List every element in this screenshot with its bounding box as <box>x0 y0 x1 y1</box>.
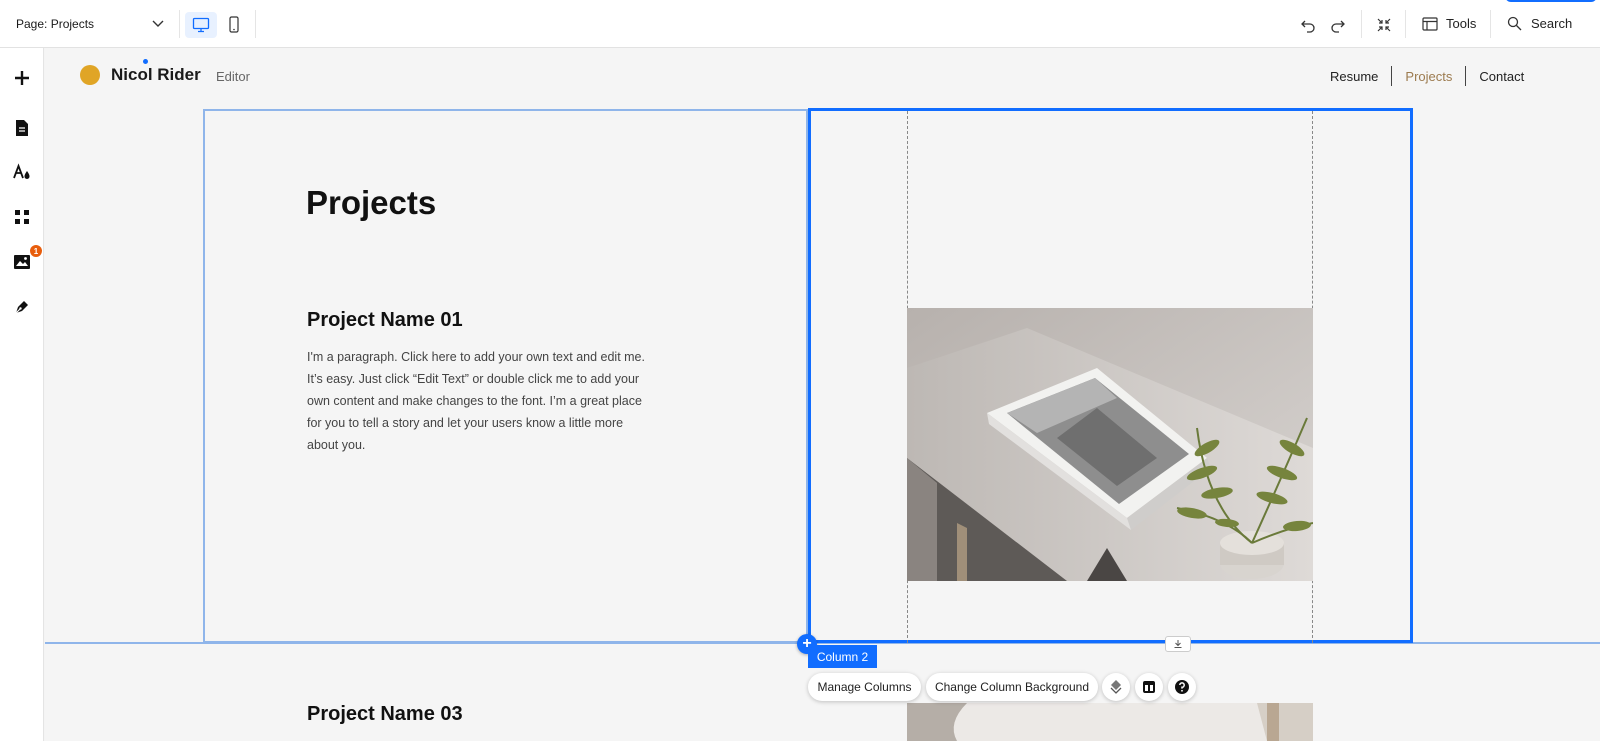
mobile-icon <box>229 16 239 33</box>
desktop-view-button[interactable] <box>185 12 217 38</box>
redo-button[interactable] <box>1329 16 1347 34</box>
logo-dot[interactable] <box>80 65 100 85</box>
stretch-handle[interactable] <box>1165 636 1191 652</box>
left-rail: 1 <box>0 48 44 741</box>
blog-icon <box>15 301 28 314</box>
project-1-paragraph[interactable]: I'm a paragraph. Click here to add your … <box>307 346 657 456</box>
arrange-button[interactable] <box>1102 673 1130 701</box>
undo-icon <box>1301 20 1315 33</box>
editor-canvas: Nicol Rider Editor Resume Projects Conta… <box>45 48 1600 741</box>
media-icon <box>14 255 30 269</box>
add-elements-button[interactable] <box>8 64 36 92</box>
layers-icon <box>1110 680 1122 694</box>
toolbar-divider <box>179 10 180 38</box>
zoom-out-button[interactable] <box>1375 16 1393 34</box>
toolbar-divider <box>255 10 256 38</box>
nav-item-projects[interactable]: Projects <box>1392 66 1465 86</box>
toolbar-divider <box>1361 10 1362 38</box>
desktop-icon <box>192 17 210 33</box>
apps-icon <box>15 210 29 224</box>
apps-button[interactable] <box>8 203 36 231</box>
toolbar-divider <box>1490 10 1491 38</box>
search-icon <box>1507 16 1522 31</box>
tools-label: Tools <box>1446 16 1477 31</box>
publish-button[interactable] <box>1505 0 1597 2</box>
layout-button[interactable] <box>1135 673 1163 701</box>
change-column-background-button[interactable]: Change Column Background <box>926 673 1098 701</box>
editor-toolbar: Page: Projects Tools Search <box>0 0 1600 48</box>
zoom-out-icon <box>1377 18 1391 32</box>
help-icon <box>1175 680 1189 694</box>
mobile-view-button[interactable] <box>218 12 250 38</box>
tools-icon <box>1422 16 1438 31</box>
page-select-label: Page: Projects <box>16 17 95 31</box>
redo-icon <box>1331 20 1345 33</box>
chevron-down-icon <box>152 20 164 27</box>
pages-button[interactable] <box>8 114 36 142</box>
site-nav: Resume Projects Contact <box>1317 66 1537 86</box>
project-3-image-preview <box>907 703 1313 741</box>
page-select[interactable]: Page: Projects <box>16 13 166 35</box>
manage-columns-button[interactable]: Manage Columns <box>808 673 921 701</box>
book-on-table-image <box>907 308 1313 581</box>
nav-item-contact[interactable]: Contact <box>1466 66 1537 86</box>
project-1-title[interactable]: Project Name 01 <box>307 309 463 332</box>
add-icon <box>15 71 29 85</box>
media-button[interactable] <box>8 248 36 276</box>
tools-button[interactable]: Tools <box>1422 16 1476 31</box>
project-3-image[interactable] <box>907 703 1313 741</box>
project-image[interactable] <box>907 308 1313 581</box>
toolbar-divider <box>1405 10 1406 38</box>
page-title[interactable]: Projects <box>306 184 436 222</box>
anchor-dot <box>143 59 148 64</box>
search-button[interactable]: Search <box>1507 16 1572 31</box>
column-label: Column 2 <box>808 645 877 668</box>
theme-icon <box>13 163 30 179</box>
site-design-button[interactable] <box>8 158 36 186</box>
blog-button[interactable] <box>8 293 36 321</box>
site-subtitle[interactable]: Editor <box>216 69 250 84</box>
nav-item-resume[interactable]: Resume <box>1317 66 1391 86</box>
site-name[interactable]: Nicol Rider <box>111 65 201 85</box>
site-header: Nicol Rider Editor Resume Projects Conta… <box>45 48 1600 106</box>
download-arrow-icon <box>1174 640 1182 648</box>
pages-icon <box>16 120 28 136</box>
project-3-title[interactable]: Project Name 03 <box>307 703 463 726</box>
layout-icon <box>1143 681 1155 693</box>
undo-button[interactable] <box>1299 16 1317 34</box>
help-button[interactable] <box>1168 673 1196 701</box>
search-label: Search <box>1531 16 1573 31</box>
